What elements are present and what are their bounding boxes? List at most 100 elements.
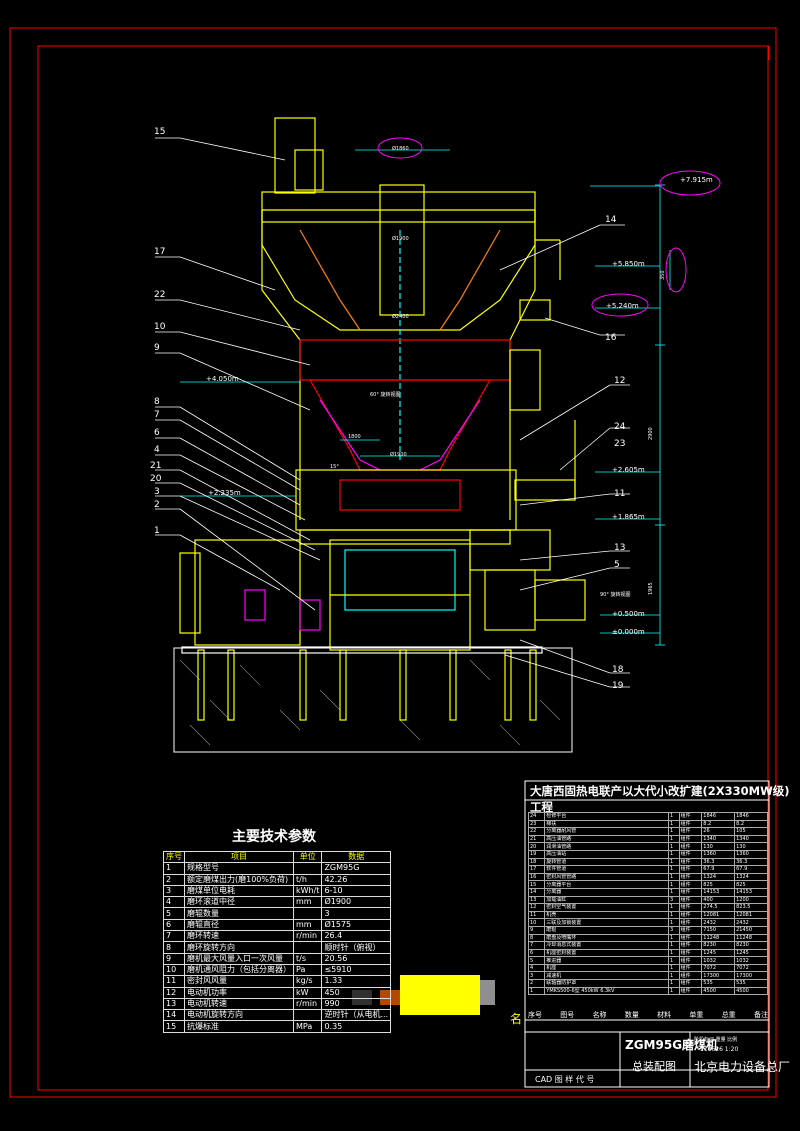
dimension-label: 1965 [648,582,654,595]
part-label: 4 [154,445,160,455]
bom-cell: 24 [527,812,546,821]
bom-cell: 组件 [678,812,703,821]
params-cell: 4 [163,896,185,909]
params-cell: 电动机功率 [184,986,294,999]
params-cell: 6-10 [321,884,392,898]
bom-cell: 磨盘及喷嘴环 [544,933,669,943]
params-cell: 15 [163,1020,185,1033]
part-label: 5 [614,560,620,570]
bom-cell: 36.3 [701,857,736,867]
bom-cell: 13 [527,895,546,905]
part-label: 8 [154,397,160,407]
bom-cell: 推进器 [544,956,669,965]
params-row: 9 磨机最大风量入口一次风量 t/s 20.56 [163,952,392,965]
elevation-label: +2.235m [208,489,241,497]
params-cell: 密封风风量 [184,975,294,988]
bom-cell: 旋转管道 [544,857,669,867]
bom-cell: 1032 [701,956,736,965]
part-label: 13 [614,543,625,553]
part-label: 7 [154,410,160,420]
params-row: 8 磨环旋转方向 顺时针（俯视） [163,941,392,954]
drawing-title: 总装配图 [632,1060,676,1073]
params-cell: 11 [163,975,185,988]
bom-cell: 23 [527,819,546,829]
bom-row: 9 磨辊 3 组件 7150 21450 [527,925,768,935]
part-label: 15 [154,127,165,137]
bom-header-cell: 图号 [560,1011,575,1019]
bom-cell: 17 [527,865,546,874]
bom-cell: 组件 [678,887,703,897]
params-cell: 2 [163,873,185,886]
part-label: 23 [614,439,625,449]
params-cell: 磨辊数量 [184,907,294,920]
bom-cell: 联轴器防护罩 [544,979,669,988]
bom-cell: 组件 [678,827,703,836]
bom-row: 3 减速机 1 组件 17300 17300 [527,971,768,981]
params-row: 10 磨机通风阻力（包括分离器） Pa ≤5910 [163,963,392,977]
params-cell: 磨机通风阻力（包括分离器） [184,963,294,977]
params-cell: 8 [163,941,185,954]
bom-cell: 8230 [734,941,768,950]
params-header: 单位 [292,850,323,864]
params-cell: 电动机旋转方向 [184,1009,294,1022]
bom-cell: 组件 [678,986,703,996]
bom-cell: 1 [667,941,680,950]
params-cell: 3 [163,884,185,898]
params-row: 5 磨辊数量 3 [163,907,392,920]
params-cell: 6 [163,918,185,932]
bom-row: 19 高压油站 1 组件 1360 1360 [527,849,768,859]
params-cell: 抗爆标准 [184,1020,294,1033]
part-label: 6 [154,428,160,438]
bom-cell: 高压油站 [544,849,669,859]
params-cell: 顺时针（俯视） [321,941,392,954]
bom-cell: 机壳 [544,910,669,920]
params-cell: 1 [163,862,185,875]
bom-cell: 130 [734,842,768,851]
bom-cell: 7 [527,941,546,950]
bom-cell: 3 [527,971,546,981]
elevation-label: +4.050m [206,375,239,383]
part-label: 22 [154,290,165,300]
bom-cell: 14153 [701,887,736,897]
params-cell: 磨机最大风量入口一次风量 [184,952,294,965]
bom-cell: 1 [667,880,680,889]
bom-row: 16 密封风管管路 1 组件 1324 1324 [527,872,768,882]
params-cell: 3 [321,907,392,920]
bom-cell: 11248 [701,933,736,943]
bom-cell: 6 [527,948,546,958]
bom-cell: 组件 [678,933,703,943]
bom-row: 1 YMKS500-6型 450kW 6.3kV 1 组件 4500 4500 [527,986,768,996]
bom-cell: 3 [667,895,680,905]
params-row: 4 磨环滚道中径 mm Ø1900 [163,896,392,909]
params-cell: 电动机转速 [184,997,294,1011]
project-title: 大唐西固热电联产以大代小改扩建(2X330MW级)工程 [530,784,790,814]
params-cell [292,941,323,954]
part-label: 20 [150,474,162,484]
params-cell: 12 [163,986,185,999]
params-cell: 42.26 [321,873,392,886]
bom-cell: 9 [527,925,546,935]
params-cell: 990 [321,997,392,1011]
bom-row: 23 梯扶 1 组件 8.2 8.2 [527,819,768,829]
bom-cell: 组件 [678,895,703,905]
bom-cell: 1 [667,918,680,927]
bom-row: 12 密封空气装置 1 组件 274.5 823.5 [527,903,768,912]
bom-cell: 67.9 [734,865,768,874]
params-cell [292,907,323,920]
bom-cell: 软件管道 [544,865,669,874]
bom-row: 17 软件管道 1 组件 67.9 67.9 [527,865,768,874]
bom-cell: 8230 [701,941,736,950]
revision-clouds [377,137,721,317]
params-row: 13 电动机转速 r/min 990 [163,997,392,1011]
bom-cell: 密封风管管路 [544,872,669,882]
bom-cell: 1340 [701,834,736,844]
bom-cell: 825 [701,880,736,889]
bom-cell: 1 [667,865,680,874]
bom-cell: 组件 [678,857,703,867]
bom-cell: 14153 [734,887,768,897]
part-label: 24 [614,422,626,432]
bom-cell: 组件 [678,819,703,829]
part-label: 21 [150,461,161,471]
bom-row: 22 分离器耐风管 1 组件 26 105 [527,827,768,836]
elevation-label: +1.865m [612,513,645,521]
